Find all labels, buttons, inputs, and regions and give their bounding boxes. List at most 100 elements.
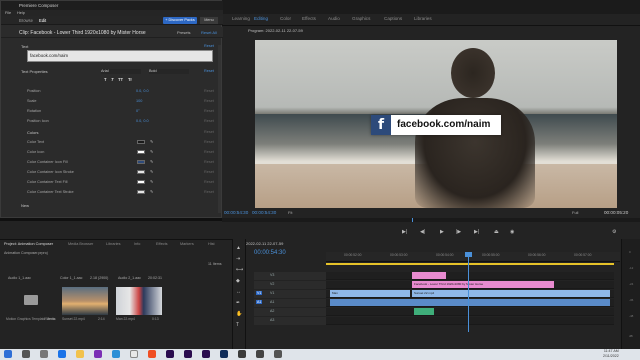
- ripple-edit-icon[interactable]: ⟷: [236, 267, 243, 273]
- tab-libraries[interactable]: Libraries: [106, 242, 121, 246]
- source-timecode[interactable]: 00:00:54:30: [224, 210, 248, 215]
- text-properties-label[interactable]: Text Properties: [21, 69, 48, 74]
- list-item[interactable]: Color 1_1.aac: [60, 276, 82, 280]
- tab-effects[interactable]: Effects: [302, 16, 316, 21]
- tab-libraries[interactable]: Libraries: [414, 16, 432, 21]
- playhead-handle[interactable]: [465, 252, 472, 257]
- search-icon[interactable]: [22, 350, 30, 358]
- track-lane-v3[interactable]: [326, 272, 614, 280]
- rotation-reset[interactable]: Reset: [204, 109, 214, 113]
- start-icon[interactable]: [4, 350, 12, 358]
- chrome-icon[interactable]: [130, 350, 138, 358]
- eyedropper-icon[interactable]: ✎: [150, 179, 154, 184]
- format-bold-button[interactable]: T: [104, 77, 107, 82]
- clip-v1-sunset[interactable]: Sunset 22.mp4: [412, 290, 610, 297]
- track-label-a1[interactable]: A1: [270, 300, 274, 304]
- store-icon[interactable]: [94, 350, 102, 358]
- track-label-v3[interactable]: V3: [270, 273, 274, 277]
- eyedropper-icon[interactable]: ✎: [150, 189, 154, 194]
- premiere-icon[interactable]: [166, 350, 174, 358]
- go-to-out-icon[interactable]: ▶|: [474, 229, 479, 235]
- eyedropper-icon[interactable]: ✎: [150, 159, 154, 164]
- selection-tool-icon[interactable]: ▲: [236, 245, 241, 251]
- program-playhead[interactable]: [412, 218, 413, 222]
- source-patch-a1[interactable]: A1: [256, 300, 263, 304]
- menu-file[interactable]: File: [5, 11, 11, 15]
- track-label-v1[interactable]: V1: [270, 291, 274, 295]
- eyedropper-icon[interactable]: ✎: [150, 149, 154, 154]
- tab-audio[interactable]: Audio: [328, 16, 340, 21]
- weight-dropdown[interactable]: Bold: [149, 69, 189, 74]
- man-thumbnail[interactable]: [116, 287, 162, 315]
- nav-browse[interactable]: Browse: [19, 18, 33, 23]
- tab-graphics[interactable]: Graphics: [352, 16, 370, 21]
- position-reset[interactable]: Reset: [204, 89, 214, 93]
- settings-icon[interactable]: ⚙: [612, 229, 616, 235]
- program-video-frame[interactable]: f facebook.com/naim: [255, 40, 617, 208]
- sequence-name[interactable]: 2022-02-11 22-07-59: [246, 241, 283, 246]
- menu-button[interactable]: Menu: [200, 17, 218, 24]
- color-icon-swatch[interactable]: [137, 150, 145, 154]
- color-text-stroke-swatch[interactable]: [137, 190, 145, 194]
- font-dropdown[interactable]: Arial: [101, 69, 141, 74]
- folder-thumbnail[interactable]: [6, 287, 52, 315]
- track-lane-a3[interactable]: [326, 317, 614, 325]
- position-icon-reset[interactable]: Reset: [204, 119, 214, 123]
- resolution-dropdown[interactable]: Full: [572, 210, 578, 215]
- hand-tool-icon[interactable]: ✋: [236, 311, 242, 317]
- clip-v2[interactable]: Facebook - Lower Third 1920x1080 by Mist…: [412, 281, 554, 288]
- program-scrubber[interactable]: [222, 218, 640, 222]
- scale-value[interactable]: 100: [136, 99, 142, 103]
- track-lane-a2[interactable]: [326, 308, 614, 316]
- step-forward-icon[interactable]: |▶: [456, 229, 461, 235]
- color-text-fill-swatch[interactable]: [137, 180, 145, 184]
- color-text-stroke-reset[interactable]: Reset: [204, 190, 214, 194]
- source-patch-v1[interactable]: V1: [256, 291, 263, 295]
- colors-reset[interactable]: Reset: [204, 130, 214, 134]
- app-icon[interactable]: [274, 350, 282, 358]
- tab-project[interactable]: Project: Animation Composer: [4, 242, 53, 246]
- new-section-label[interactable]: New: [21, 203, 29, 208]
- tab-effects[interactable]: Effects: [156, 242, 168, 246]
- razor-icon[interactable]: ◆: [236, 278, 240, 284]
- tab-history[interactable]: Hist: [208, 242, 215, 246]
- list-item[interactable]: Audio 2_1.aac: [118, 276, 141, 280]
- format-smallcaps-button[interactable]: Tr: [128, 77, 132, 82]
- lift-icon[interactable]: ⏏: [494, 229, 499, 235]
- text-section-label[interactable]: Text: [21, 44, 28, 49]
- fit-dropdown[interactable]: Fit: [288, 210, 292, 215]
- explorer-icon[interactable]: [76, 350, 84, 358]
- color-icon-stroke-swatch[interactable]: [137, 170, 145, 174]
- discover-packs-button[interactable]: + Discover Packs: [163, 17, 197, 24]
- eyedropper-icon[interactable]: ✎: [150, 169, 154, 174]
- dialog-scrollbar[interactable]: [218, 45, 221, 213]
- timeline-playhead[interactable]: [468, 252, 469, 332]
- position-icon-value[interactable]: 0.0, 0.0: [136, 119, 149, 123]
- obs-icon[interactable]: [256, 350, 264, 358]
- tab-markers[interactable]: Markers: [180, 242, 194, 246]
- format-italic-button[interactable]: T: [111, 77, 114, 82]
- color-icon-reset[interactable]: Reset: [204, 150, 214, 154]
- system-clock[interactable]: 11:47 AM 2/11/2022: [603, 349, 619, 359]
- type-tool-icon[interactable]: T: [236, 322, 239, 328]
- firefox-icon[interactable]: [148, 350, 156, 358]
- tab-info[interactable]: Info: [134, 242, 140, 246]
- tab-learning[interactable]: Learning: [232, 16, 250, 21]
- task-view-icon[interactable]: [40, 350, 48, 358]
- text-props-reset[interactable]: Reset: [204, 69, 214, 73]
- menu-help[interactable]: Help: [17, 11, 25, 15]
- clip-v1-man[interactable]: Man: [330, 290, 410, 297]
- list-item[interactable]: Audio 1_1.aac: [8, 276, 31, 280]
- play-icon[interactable]: ▶: [440, 229, 444, 235]
- program-timecode[interactable]: 00:00:54:30: [252, 210, 276, 215]
- after-effects-icon[interactable]: [184, 350, 192, 358]
- timeline-timecode[interactable]: 00:00:54:30: [254, 250, 286, 256]
- clip-v3[interactable]: [412, 272, 446, 279]
- clip-a2-audio[interactable]: [414, 308, 434, 315]
- eyedropper-icon[interactable]: ✎: [150, 139, 154, 144]
- sunset-thumbnail[interactable]: [62, 287, 108, 315]
- presets-dropdown[interactable]: Presets: [177, 30, 191, 35]
- nav-edit[interactable]: Edit: [39, 18, 46, 23]
- adobe-app-icon[interactable]: [202, 350, 210, 358]
- track-label-a3[interactable]: A3: [270, 318, 274, 322]
